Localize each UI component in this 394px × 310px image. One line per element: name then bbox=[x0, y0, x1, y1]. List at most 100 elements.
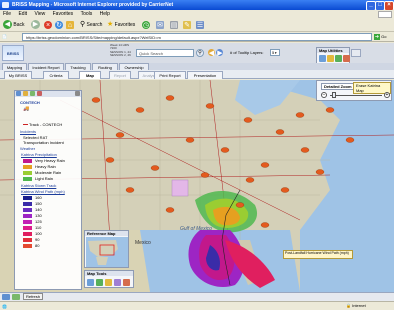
tab-tracking[interactable]: Tracking bbox=[65, 63, 91, 70]
legend-panel: CONTECH 🚚 Track - CONTECH Incidents Sele… bbox=[14, 90, 82, 290]
menu-edit[interactable]: Edit bbox=[18, 11, 27, 17]
legend-storm-track[interactable]: Katrina Storm Track bbox=[21, 183, 56, 188]
menu-view[interactable]: View bbox=[34, 11, 45, 17]
legend-tool-icon[interactable] bbox=[30, 91, 35, 96]
map-tools-panel: Map Tools bbox=[84, 270, 134, 288]
legend-group-contech[interactable]: CONTECH bbox=[20, 100, 40, 105]
tab-routing[interactable]: Routing bbox=[92, 63, 118, 70]
tab-my-briss[interactable]: My BRISS bbox=[4, 71, 32, 79]
windows-logo-icon bbox=[378, 11, 392, 18]
legend-wind-140: 140 bbox=[35, 207, 42, 212]
swatch-light-rain bbox=[23, 177, 32, 181]
briss-logo: BRISS bbox=[2, 45, 24, 61]
mail-button[interactable]: ✉ bbox=[156, 20, 164, 30]
tab-criteria[interactable]: Criteria bbox=[43, 71, 69, 79]
menu-help[interactable]: Help bbox=[100, 11, 110, 17]
print-button[interactable]: ▤ bbox=[170, 20, 178, 30]
layer-back-icon[interactable]: ◀ bbox=[208, 49, 215, 57]
close-icon[interactable] bbox=[75, 91, 80, 96]
legend-wind-110: 110 bbox=[35, 225, 42, 230]
legend-heavy-rain: Heavy Rain bbox=[35, 164, 56, 169]
pan-tool-icon[interactable] bbox=[105, 279, 112, 286]
swatch-wind-140 bbox=[23, 208, 32, 212]
go-arrow-icon: ➜ bbox=[374, 34, 380, 40]
search-go-button[interactable]: ⚲ bbox=[196, 49, 204, 57]
tab-map[interactable]: Map bbox=[79, 71, 101, 79]
select-tool-icon[interactable] bbox=[319, 55, 326, 62]
menu-file[interactable]: File bbox=[3, 11, 11, 17]
track-line-icon bbox=[23, 124, 28, 126]
stop-button[interactable]: × bbox=[44, 20, 52, 30]
address-input[interactable]: https://briss.geodominion.com/BRISS/Site… bbox=[22, 33, 372, 41]
legend-wind-path[interactable]: Katrina Wind Path (mph) bbox=[21, 189, 65, 194]
zoom-label: Detailed Zoom bbox=[321, 83, 355, 90]
swatch-moderate-rain bbox=[23, 171, 32, 175]
ie-icon bbox=[2, 2, 9, 8]
legend-group-weather[interactable]: Weather bbox=[20, 146, 35, 151]
contech-icons: 🚚 bbox=[23, 106, 29, 112]
zoom-in-button[interactable]: + bbox=[384, 92, 390, 98]
forward-button[interactable]: ▶ bbox=[31, 20, 40, 30]
menu-favorites[interactable]: Favorites bbox=[53, 11, 74, 17]
layer-tool-icon[interactable] bbox=[335, 55, 342, 62]
legend-moderate-rain: Moderate Rain bbox=[35, 170, 62, 175]
search-button[interactable]: ⚲ Search bbox=[80, 20, 102, 30]
address-label-icon: 📄 bbox=[2, 34, 7, 39]
zoom-out-tool-icon[interactable] bbox=[96, 279, 103, 286]
menu-tools[interactable]: Tools bbox=[81, 11, 93, 17]
map-tab-icon[interactable] bbox=[351, 49, 361, 57]
legend-very-heavy-rain: Very Heavy Rain bbox=[35, 158, 65, 163]
go-button[interactable]: ➜ Go bbox=[374, 33, 392, 41]
search-icon: ⚲ bbox=[80, 21, 86, 28]
sub-tabs: My BRISS Criteria Map Report Analysis Pr… bbox=[0, 70, 394, 79]
history-button[interactable]: ◷ bbox=[142, 20, 150, 30]
tooltip-layers-label: # of Tooltip Layers: bbox=[230, 50, 264, 55]
refresh-button[interactable]: ↻ bbox=[55, 20, 63, 30]
edit-button[interactable]: ✎ bbox=[183, 20, 191, 30]
favorites-button[interactable]: ★ Favorites bbox=[107, 20, 135, 30]
swatch-wind-100 bbox=[23, 232, 32, 236]
legend-tool-icon[interactable] bbox=[23, 91, 28, 96]
swatch-wind-130 bbox=[23, 214, 32, 218]
window-title: BRISS Mapping - Microsoft Internet Explo… bbox=[12, 2, 174, 8]
legend-light-rain: Light Rain bbox=[35, 176, 54, 181]
map-view-icon[interactable] bbox=[2, 294, 10, 300]
zoom-in-tool-icon[interactable] bbox=[87, 279, 94, 286]
full-extent-icon[interactable] bbox=[123, 279, 130, 286]
swatch-wind-80 bbox=[23, 244, 32, 248]
swatch-wind-90 bbox=[23, 238, 32, 242]
legend-wind-80: 80 bbox=[35, 243, 40, 248]
window-titlebar: BRISS Mapping - Microsoft Internet Explo… bbox=[0, 0, 394, 11]
tab-incident-report[interactable]: Incident Report bbox=[28, 63, 64, 70]
layer-forward-icon[interactable]: ▶ bbox=[216, 49, 224, 57]
legend-tool-icon[interactable] bbox=[16, 91, 21, 96]
quick-search-input[interactable]: Quick Search bbox=[136, 49, 194, 57]
back-button[interactable]: ◀ Back bbox=[3, 20, 25, 30]
legend-wind-130: 130 bbox=[35, 213, 42, 218]
legend-tool-icon[interactable] bbox=[37, 91, 42, 96]
zoom-slider-thumb[interactable] bbox=[332, 92, 336, 98]
tab-mapping[interactable]: Mapping bbox=[2, 63, 27, 70]
legend-group-precipitation[interactable]: Katrina Precipitation bbox=[21, 152, 57, 157]
tab-ownership[interactable]: Ownership bbox=[119, 63, 149, 70]
identify-tool-icon[interactable] bbox=[114, 279, 121, 286]
legend-transportation-incident: Transportation Incident bbox=[23, 140, 64, 145]
home-button[interactable]: ⌂ bbox=[66, 20, 74, 30]
gulf-label: Gulf of Mexico bbox=[180, 226, 212, 232]
refresh-map-button[interactable]: Refresh bbox=[23, 293, 43, 300]
stop-icon: × bbox=[44, 20, 52, 29]
tab-report: Report bbox=[109, 71, 131, 79]
zoom-out-button[interactable]: − bbox=[321, 92, 327, 98]
tab-presentation[interactable]: Presentation bbox=[187, 71, 223, 79]
reference-map-thumbnail[interactable] bbox=[86, 237, 128, 267]
legend-group-incidents[interactable]: Incidents bbox=[20, 129, 36, 134]
route-tool-icon[interactable] bbox=[343, 55, 350, 62]
discuss-button[interactable]: ☰ bbox=[196, 20, 204, 30]
swatch-wind-125 bbox=[23, 220, 32, 224]
measure-tool-icon[interactable] bbox=[327, 55, 334, 62]
tab-print-report[interactable]: Print Report bbox=[154, 71, 186, 79]
list-view-icon[interactable] bbox=[12, 294, 20, 300]
tooltip-layers-select[interactable]: 5▼ bbox=[270, 49, 280, 56]
print-icon: ▤ bbox=[170, 20, 178, 29]
zoom-slider[interactable] bbox=[330, 95, 382, 96]
